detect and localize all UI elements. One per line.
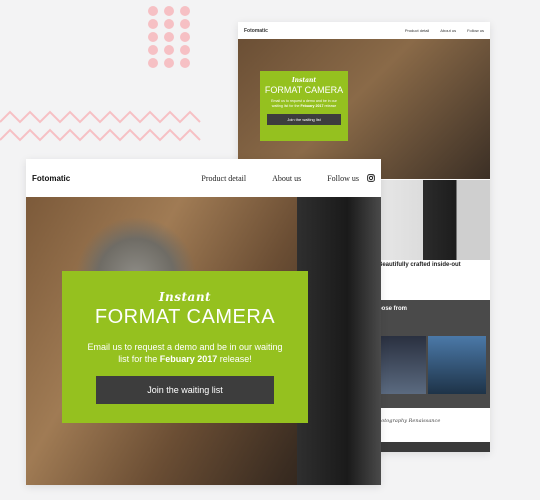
hero-image: Instant FORMAT CAMERA Email us to reques… [26,197,381,485]
instagram-icon[interactable] [367,173,375,182]
back-nav-about[interactable]: About us [440,28,456,33]
back-hero-card: Instant FORMAT CAMERA Email us to reques… [260,71,348,141]
back-craft-heading: Beautifully crafted inside-out [378,262,461,268]
back-quote: hotography Renaissance [378,418,441,424]
back-join-button[interactable]: Join the waiting list [267,114,341,125]
hero-card: Instant FORMAT CAMERA Email us to reques… [62,271,308,423]
back-choose-heading: oose from [378,306,408,312]
back-lens-photo [378,180,490,260]
back-hero-image: Instant FORMAT CAMERA Email us to reques… [238,39,490,179]
nav-about-us[interactable]: About us [272,174,301,183]
back-nav-follow[interactable]: Follow us [467,28,484,33]
hero-kicker: Instant [158,290,212,304]
hero-title: FORMAT CAMERA [94,306,276,328]
back-hero-title: FORMAT CAMERA [264,85,344,95]
front-brand[interactable]: Fotomatic [32,174,70,183]
back-nav-product[interactable]: Product detail [405,28,429,33]
nav-follow-us-label[interactable]: Follow us [327,174,359,183]
camera-image [297,197,381,485]
hero-text: Email us to request a demo and be in our… [87,342,283,364]
decorative-zigzag [0,110,201,142]
back-photo-2 [428,336,486,394]
back-photo-1 [378,336,426,394]
nav-product-detail[interactable]: Product detail [201,174,246,183]
back-hero-kicker: Instant [291,77,317,84]
back-hero-text: Email us to request a demo and be in our… [271,99,337,108]
back-brand: Fotomatic [244,27,268,34]
front-navbar: Fotomatic Product detail About us Follow… [26,159,381,198]
front-mockup: Fotomatic Product detail About us Follow… [26,159,381,485]
join-waiting-list-button[interactable]: Join the waiting list [96,376,274,404]
back-navbar: Fotomatic Product detail About us Follow… [238,22,490,39]
nav-follow-us[interactable]: Follow us [327,174,375,183]
decorative-dots [148,6,194,70]
